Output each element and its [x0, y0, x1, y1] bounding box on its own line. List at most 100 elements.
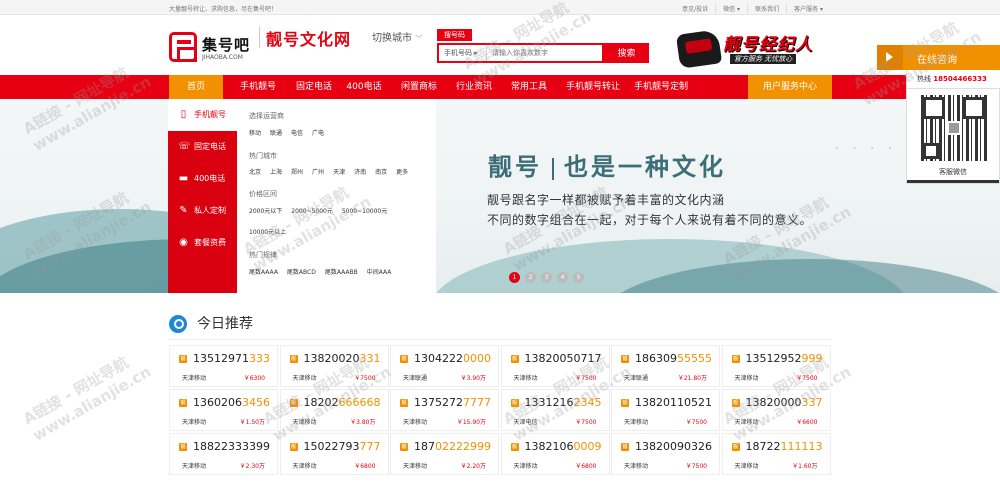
operator-link[interactable]: 联通 [270, 128, 282, 137]
price-link[interactable]: 5000~10000元 [342, 206, 387, 215]
number-card[interactable]: 靓 13820050717 天津移动 ￥7500 [500, 345, 610, 387]
search-type-select[interactable]: 手机号码 ▸ [439, 45, 487, 61]
rule-link[interactable]: 尾数ABCD [287, 267, 316, 276]
number-card[interactable]: 靓 18702222999 天津移动 ￥2.20万 [390, 433, 499, 475]
category-item-custom[interactable]: ✎ 私人定制 [168, 195, 237, 227]
hotline-number[interactable]: 18504466333 [933, 75, 987, 83]
number-card[interactable]: 靓 13602063456 天津移动 ￥1.50万 [169, 389, 278, 431]
brand-title[interactable]: 靓号文化网 [266, 26, 351, 50]
city-link[interactable]: 济南 [354, 167, 366, 176]
city-link[interactable]: 郑州 [291, 167, 303, 176]
number-card[interactable]: 靓 13820090326 天津移动 ￥7500 [611, 433, 720, 475]
nav-item-tools[interactable]: 常用工具 [503, 75, 555, 99]
number-card[interactable]: 靓 15022793777 天津移动 ￥6800 [279, 433, 389, 475]
number-prefix: 13820110521 [635, 396, 712, 409]
city-link[interactable]: 广州 [312, 167, 324, 176]
nav-item-news[interactable]: 行业资讯 [448, 75, 500, 99]
phone-number[interactable]: 13042220000 [414, 352, 491, 365]
phone-number[interactable]: 13820000337 [746, 396, 823, 409]
search-tab-number[interactable]: 搜号码 [437, 29, 472, 41]
banner-dot-1[interactable]: 1 [509, 272, 520, 283]
number-card[interactable]: 靓 13512971333 天津移动 ￥6300 [169, 345, 278, 387]
category-item-mobile[interactable]: ▯ 手机靓号 [168, 99, 237, 131]
phone-number[interactable]: 13821060009 [525, 440, 602, 453]
rule-link[interactable]: 尾数AAABB [325, 267, 358, 276]
number-card[interactable]: 靓 13042220000 天津联通 ￥3.90万 [390, 345, 499, 387]
nav-item-home[interactable]: 首页 [169, 75, 223, 99]
number-card[interactable]: 靓 18822333399 天津移动 ￥2.30万 [169, 433, 278, 475]
number-card[interactable]: 靓 13312162345 天津电信 ￥7500 [500, 389, 610, 431]
phone-number[interactable]: 13512971333 [193, 352, 270, 365]
search-button[interactable]: 搜索 [604, 43, 649, 63]
banner-dot-3[interactable]: 3 [541, 272, 552, 283]
category-label: 固定电话 [194, 142, 226, 151]
hero-banner[interactable]: ˇ ˇ ˇ ˇ 靓号 也是一种文化 靓号跟名字一样都被赋予着丰富的文化内涵 不同的… [0, 99, 1000, 293]
carrier-label: 天津移动 [292, 463, 317, 470]
phone-number[interactable]: 13820110521 [635, 396, 712, 409]
city-link[interactable]: 南京 [375, 167, 387, 176]
rule-link[interactable]: 尾数AAAA [249, 267, 278, 276]
nav-item-400[interactable]: 400电话 [338, 75, 390, 99]
city-link[interactable]: 天津 [333, 167, 345, 176]
premium-badge-icon: 靓 [731, 355, 740, 363]
nav-item-trademark[interactable]: 闲置商标 [393, 75, 445, 99]
nav-item-mobile[interactable]: 手机靓号 [228, 75, 288, 99]
agent-promo-banner[interactable]: 靓号经纪人 官方服务 无忧放心 [675, 29, 828, 69]
phone-number[interactable]: 13312162345 [525, 396, 602, 409]
number-card[interactable]: 靓 13752727777 天津移动 ￥15.90万 [390, 389, 499, 431]
search-input[interactable] [489, 45, 601, 61]
phone-number[interactable]: 13752727777 [414, 396, 491, 409]
banner-dot-2[interactable]: 2 [525, 272, 536, 283]
phone-number[interactable]: 18822333399 [193, 440, 270, 453]
number-card[interactable]: 靓 13820110521 天津移动 ￥7500 [611, 389, 720, 431]
phone-number[interactable]: 18630955555 [635, 352, 712, 365]
price-link[interactable]: 2000~5000元 [291, 206, 333, 215]
feedback-link[interactable]: 意见/投诉 [675, 4, 715, 13]
number-card[interactable]: 靓 13512952999 天津移动 ￥7500 [721, 345, 831, 387]
city-switcher[interactable]: 切换城市 ﹀ [372, 29, 422, 44]
nav-item-user-center[interactable]: 用户服务中心 [748, 75, 832, 99]
phone-number[interactable]: 18722111113 [746, 440, 823, 453]
operator-link[interactable]: 移动 [249, 128, 261, 137]
number-card[interactable]: 靓 13821060009 天津移动 ￥6800 [500, 433, 610, 475]
category-item-package[interactable]: ◉ 套餐资费 [168, 227, 237, 259]
nav-item-transfer[interactable]: 手机靓号转让 [560, 75, 626, 99]
city-link[interactable]: 更多 [396, 167, 408, 176]
banner-dot-5[interactable]: 5 [573, 272, 584, 283]
phone-number[interactable]: 13602063456 [193, 396, 270, 409]
category-item-400[interactable]: ▬ 400电话 [168, 163, 237, 195]
price-link[interactable]: 10000元以上 [249, 227, 286, 236]
phone-number[interactable]: 13820050717 [525, 352, 602, 365]
phone-number[interactable]: 13820090326 [635, 440, 712, 453]
online-consult-button[interactable]: 在线咨询 [877, 45, 1000, 70]
city-link[interactable]: 上海 [270, 167, 282, 176]
category-item-landline[interactable]: ☏ 固定电话 [168, 131, 237, 163]
birds-decoration-icon: ˇ ˇ ˇ ˇ [835, 147, 898, 155]
number-card[interactable]: 靓 13820000337 天津移动 ￥6600 [721, 389, 831, 431]
operator-link[interactable]: 电信 [291, 128, 303, 137]
number-card[interactable]: 靓 13820020331 天津移动 ￥7500 [279, 345, 389, 387]
rule-link[interactable]: 中间AAA [367, 267, 392, 276]
price-label: ￥6800 [575, 463, 597, 470]
banner-dot-4[interactable]: 4 [557, 272, 568, 283]
operator-link[interactable]: 广电 [312, 128, 324, 137]
customer-service-link[interactable]: 客户服务 ▾ [786, 4, 830, 13]
number-card[interactable]: 靓 18722111113 天津移动 ￥1.60万 [721, 433, 831, 475]
phone-number[interactable]: 18202666668 [304, 396, 381, 409]
phone-number[interactable]: 15022793777 [304, 440, 381, 453]
city-link[interactable]: 北京 [249, 167, 261, 176]
phone-number[interactable]: 13512952999 [746, 352, 823, 365]
contact-link[interactable]: 联系我们 [747, 4, 786, 13]
rule-heading: 热门规律 [249, 251, 277, 259]
number-card[interactable]: 靓 18202666668 天津移动 ￥3.80万 [279, 389, 389, 431]
price-link[interactable]: 2000元以下 [249, 206, 282, 215]
phone-number[interactable]: 18702222999 [414, 440, 491, 453]
nav-item-custom[interactable]: 手机靓号定制 [628, 75, 694, 99]
search-type-value: 手机号码 [444, 49, 472, 57]
nav-item-landline[interactable]: 固定电话 [284, 75, 344, 99]
carrier-label: 天津移动 [513, 463, 538, 470]
site-logo[interactable]: 集号吧 JIHAOBA.COM [169, 32, 253, 66]
wechat-link[interactable]: 微信 ▾ [715, 4, 747, 13]
phone-number[interactable]: 13820020331 [304, 352, 381, 365]
number-card[interactable]: 靓 18630955555 天津联通 ￥21.80万 [611, 345, 720, 387]
